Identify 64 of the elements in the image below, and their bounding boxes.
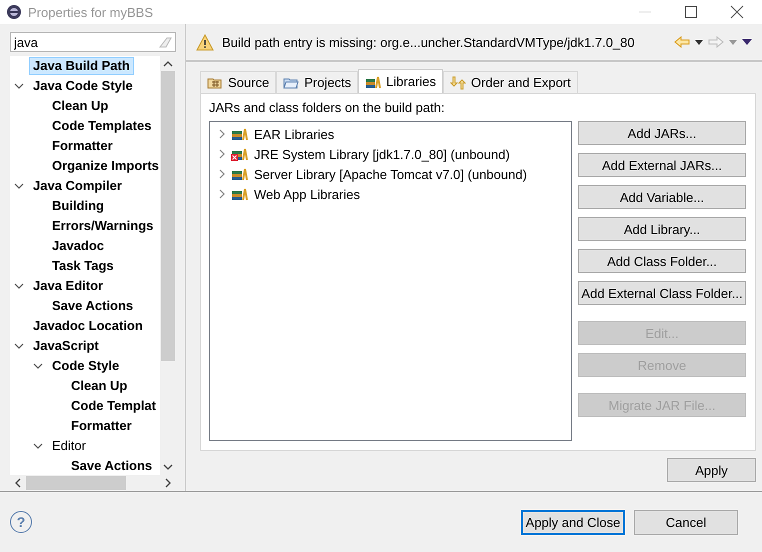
side-button[interactable]: Add JARs... xyxy=(578,121,746,145)
tab[interactable]: Projects xyxy=(276,71,358,93)
tab[interactable]: Order and Export xyxy=(443,71,578,93)
tree-item[interactable]: Java Build Path xyxy=(29,57,134,75)
close-button[interactable] xyxy=(730,5,744,19)
tree-item[interactable]: Java Editor xyxy=(29,277,108,295)
tree-item[interactable]: Clean Up xyxy=(67,377,132,395)
filter-field[interactable]: java xyxy=(10,32,176,52)
footer-button[interactable]: Apply and Close xyxy=(521,510,625,534)
tree-item[interactable]: Code Templat xyxy=(67,397,160,415)
side-button[interactable]: Add External Class Folder... xyxy=(578,281,746,305)
side-button[interactable]: Add Class Folder... xyxy=(578,249,746,273)
tree-item[interactable]: Building xyxy=(48,197,108,215)
maximize-button[interactable] xyxy=(684,5,698,19)
menu-icon[interactable] xyxy=(742,39,752,45)
tree-item[interactable]: Editor xyxy=(48,437,90,455)
chevron-icon[interactable] xyxy=(14,81,24,91)
warning-message: Build path entry is missing: org.e...uncher.StandardVMType/jdk1.7.0_80 xyxy=(222,34,635,50)
scroll-left-icon[interactable] xyxy=(14,478,22,488)
scroll-up-icon[interactable] xyxy=(163,60,173,68)
chevron-icon[interactable] xyxy=(33,441,43,451)
tree-item[interactable]: Code Templates xyxy=(48,117,156,135)
scroll-right-icon[interactable] xyxy=(164,478,172,488)
chevron-icon[interactable] xyxy=(33,361,43,371)
folder-icon xyxy=(283,76,300,90)
tree-item[interactable]: Organize Imports xyxy=(48,157,160,175)
help-button[interactable]: ? xyxy=(10,511,32,533)
chevron-icon[interactable] xyxy=(14,181,24,191)
library-entry[interactable]: Web App Libraries xyxy=(254,186,360,202)
tree-item[interactable]: Save Actions xyxy=(67,457,156,475)
tree-item[interactable]: Clean Up xyxy=(48,97,112,115)
app-icon xyxy=(6,4,22,20)
chevron-icon[interactable] xyxy=(14,341,24,351)
warning-icon xyxy=(196,34,214,50)
library-entry[interactable]: Server Library [Apache Tomcat v7.0] (unbound) xyxy=(254,166,527,182)
tree-item[interactable]: Java Code Style xyxy=(29,77,137,95)
side-button[interactable]: Add Variable... xyxy=(578,185,746,209)
tree-item[interactable]: Javadoc Location xyxy=(29,317,147,335)
tree-item[interactable]: JavaScript xyxy=(29,337,103,355)
window-title: Properties for myBBS xyxy=(28,4,153,20)
tree-item[interactable]: Formatter xyxy=(67,417,136,435)
side-button[interactable]: Add External JARs... xyxy=(578,153,746,177)
tree-item[interactable]: Task Tags xyxy=(48,257,118,275)
tab[interactable]: Source xyxy=(200,71,276,93)
library-entry[interactable]: JRE System Library [jdk1.7.0_80] (unbound) xyxy=(254,146,510,162)
library-entry[interactable]: EAR Libraries xyxy=(254,126,334,142)
tree-item[interactable]: Formatter xyxy=(48,137,117,155)
tree-item[interactable]: Errors/Warnings xyxy=(48,217,158,235)
tree-item[interactable]: Java Compiler xyxy=(29,177,126,195)
side-button[interactable]: Add Library... xyxy=(578,217,746,241)
list-label: JARs and class folders on the build path: xyxy=(209,100,446,115)
library-icon xyxy=(365,74,382,88)
scroll-down-icon[interactable] xyxy=(163,463,173,471)
footer-button[interactable]: Cancel xyxy=(634,510,738,534)
tree-item[interactable]: Save Actions xyxy=(48,297,138,315)
tab[interactable]: Libraries xyxy=(358,69,444,93)
tree-item[interactable]: Javadoc xyxy=(48,237,108,255)
dropdown-icon[interactable] xyxy=(695,40,703,44)
apply-button[interactable]: Apply xyxy=(667,458,756,482)
tree-item[interactable]: Code Style xyxy=(48,357,124,375)
up-down-arrows-icon xyxy=(450,76,466,90)
library-list[interactable]: EAR Libraries JRE System Library [jdk1.7.0_80] (unbound) Server Library [Apache Tomcat v7.0] (unbound) Web App Libraries xyxy=(209,121,572,441)
folder-icon xyxy=(207,76,223,90)
chevron-icon[interactable] xyxy=(14,281,24,291)
